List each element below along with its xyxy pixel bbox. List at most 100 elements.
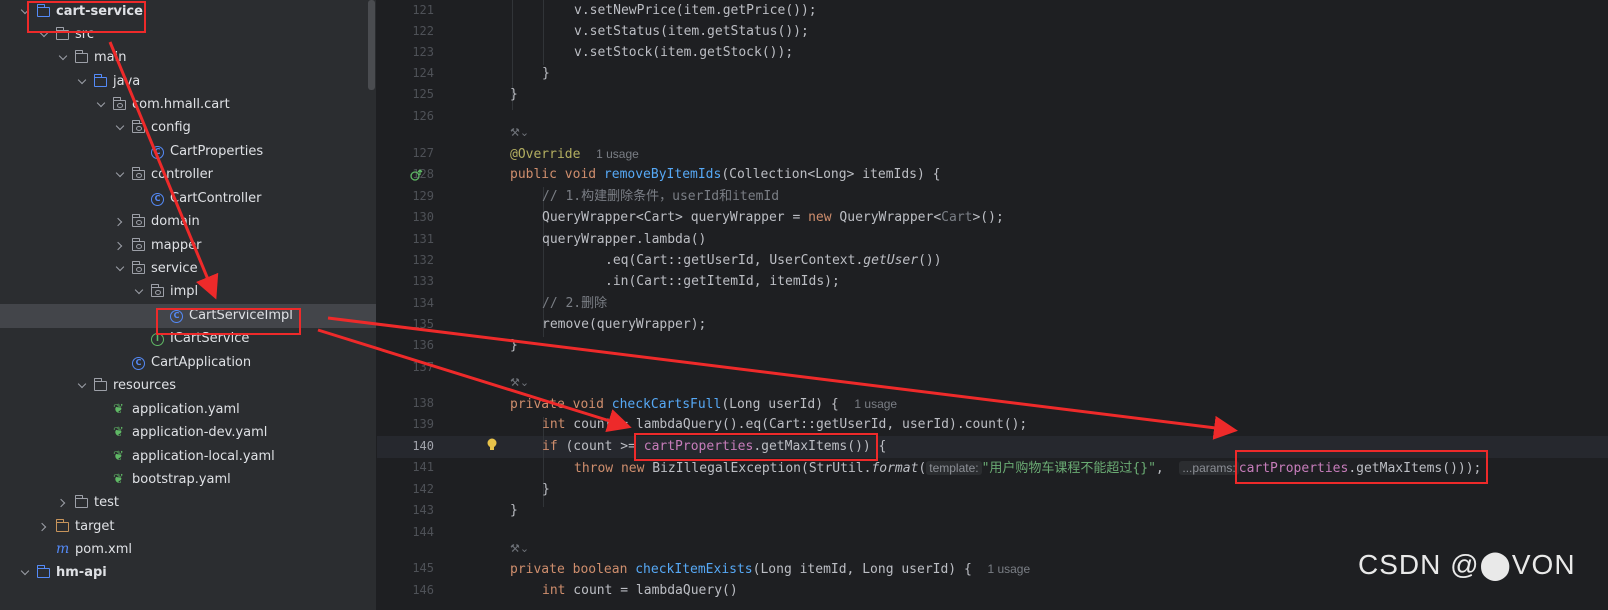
lightbulb-icon[interactable] (486, 438, 498, 452)
chevron-down-icon[interactable] (134, 280, 146, 304)
package-icon (131, 120, 145, 133)
tree-item-pom-xml[interactable]: m pom.xml (0, 538, 376, 562)
chevron-down-icon[interactable] (77, 70, 89, 94)
code-editor[interactable]: 121 122 123 124 125 126 127 128 129 130 131 132 133 1… (377, 0, 1608, 610)
code-vision-icon[interactable]: ⚒⌄ (510, 376, 529, 392)
line-number: 125 (412, 87, 434, 101)
tree-item-impl[interactable]: impl (0, 280, 376, 304)
code-line-127: @Override 1 usage (510, 147, 639, 162)
module-icon (36, 565, 50, 578)
folder-icon (74, 50, 88, 63)
tree-item-java[interactable]: java (0, 70, 376, 94)
chevron-right-icon[interactable] (58, 491, 70, 515)
usage-hint[interactable]: 1 usage (596, 147, 639, 161)
tree-item-cart-service[interactable]: cart-service (0, 0, 376, 24)
code-line-141: throw new BizIllegalException(StrUtil.fo… (574, 461, 1482, 476)
code-line-124: } (542, 66, 550, 81)
tree-item-application-local-yaml[interactable]: ❦ application-local.yaml (0, 445, 376, 469)
code-line-128: public void removeByItemIds(Collection<L… (510, 167, 941, 182)
interface-icon: I (151, 333, 164, 346)
code-line-125: } (510, 87, 518, 102)
chevron-right-icon[interactable] (115, 210, 127, 234)
usage-hint[interactable]: 1 usage (987, 562, 1030, 576)
chevron-down-icon[interactable] (115, 163, 127, 187)
tree-item-cartserviceimpl[interactable]: C CartServiceImpl (0, 304, 376, 328)
tree-item-label: CartProperties (170, 144, 264, 159)
tree-item-label: CartServiceImpl (189, 308, 293, 323)
chevron-down-icon[interactable] (96, 93, 108, 117)
tree-item-mapper[interactable]: mapper (0, 234, 376, 258)
tree-item-cartproperties[interactable]: C CartProperties (0, 140, 376, 164)
line-number: 143 (412, 503, 434, 517)
class-icon: C (170, 310, 183, 323)
class-icon: C (151, 146, 164, 159)
tree-scrollbar[interactable] (368, 0, 375, 90)
tree-item-service[interactable]: service (0, 257, 376, 281)
tree-item-label: domain (151, 214, 200, 229)
code-vision-icon[interactable]: ⚒⌄ (510, 542, 529, 558)
code-vision-icon[interactable]: ⚒⌄ (510, 126, 529, 142)
tree-item-label: main (94, 50, 127, 65)
chevron-down-icon[interactable] (115, 257, 127, 281)
chevron-right-icon[interactable] (39, 515, 51, 539)
line-number: 128 (412, 167, 434, 181)
tree-item-target[interactable]: target (0, 515, 376, 539)
tree-item-application-dev-yaml[interactable]: ❦ application-dev.yaml (0, 421, 376, 445)
chevron-down-icon[interactable] (58, 46, 70, 70)
tree-item-com-hmall-cart[interactable]: com.hmall.cart (0, 93, 376, 117)
line-number: 129 (412, 189, 434, 203)
tree-item-label: com.hmall.cart (132, 97, 230, 112)
project-tree: cart-service src main java com.hmall.cart con… (0, 0, 376, 610)
tree-item-domain[interactable]: domain (0, 210, 376, 234)
chevron-down-icon[interactable] (77, 374, 89, 398)
line-number: 139 (412, 417, 434, 431)
tree-item-cartcontroller[interactable]: C CartController (0, 187, 376, 211)
tree-item-bootstrap-yaml[interactable]: ❦ bootstrap.yaml (0, 468, 376, 492)
excluded-folder-icon (55, 519, 69, 532)
package-icon (112, 97, 126, 110)
tree-item-label: impl (170, 284, 199, 299)
chevron-right-icon[interactable] (115, 234, 127, 258)
package-icon (131, 214, 145, 227)
line-number: 136 (412, 338, 434, 352)
tree-item-icartservice[interactable]: I ICartService (0, 327, 376, 351)
chevron-down-icon[interactable] (20, 561, 32, 585)
override-marker-icon[interactable] (410, 168, 424, 182)
line-number: 126 (412, 109, 434, 123)
chevron-down-icon[interactable] (20, 0, 32, 24)
code-line-135: remove(queryWrapper); (542, 317, 707, 332)
line-number: 122 (412, 24, 434, 38)
tree-item-cartapplication[interactable]: C CartApplication (0, 351, 376, 375)
yaml-file-icon: ❦ (113, 402, 124, 417)
tree-item-test[interactable]: test (0, 491, 376, 515)
code-line-139: int count = lambdaQuery().eq(Cart::getUs… (542, 417, 1028, 432)
code-line-146: int count = lambdaQuery() (542, 583, 738, 598)
tree-item-label: hm-api (56, 565, 107, 580)
code-line-133: .in(Cart::getItemId, itemIds); (605, 274, 840, 289)
tree-item-controller[interactable]: controller (0, 163, 376, 187)
code-line-145: private boolean checkItemExists(Long ite… (510, 562, 1031, 577)
yaml-file-icon: ❦ (113, 425, 124, 440)
chevron-down-icon[interactable] (115, 116, 127, 140)
chevron-down-icon[interactable] (39, 23, 51, 47)
tree-item-application-yaml[interactable]: ❦ application.yaml (0, 398, 376, 422)
tree-item-main[interactable]: main (0, 46, 376, 70)
tree-item-hm-api[interactable]: hm-api (0, 561, 376, 585)
usage-hint[interactable]: 1 usage (854, 397, 897, 411)
tree-item-config[interactable]: config (0, 116, 376, 140)
class-icon: C (151, 193, 164, 206)
tree-item-label: CartApplication (151, 355, 252, 370)
line-number: 130 (412, 210, 434, 224)
tree-item-resources[interactable]: resources (0, 374, 376, 398)
line-number: 131 (412, 232, 434, 246)
class-icon: C (132, 357, 145, 370)
code-line-142: } (542, 482, 550, 497)
line-number: 133 (412, 274, 434, 288)
tree-item-src[interactable]: src (0, 23, 376, 47)
line-number: 144 (412, 525, 434, 539)
indent-guide (543, 0, 544, 65)
package-icon (131, 261, 145, 274)
line-number: 134 (412, 296, 434, 310)
code-line-136: } (510, 338, 518, 353)
line-number: 123 (412, 45, 434, 59)
